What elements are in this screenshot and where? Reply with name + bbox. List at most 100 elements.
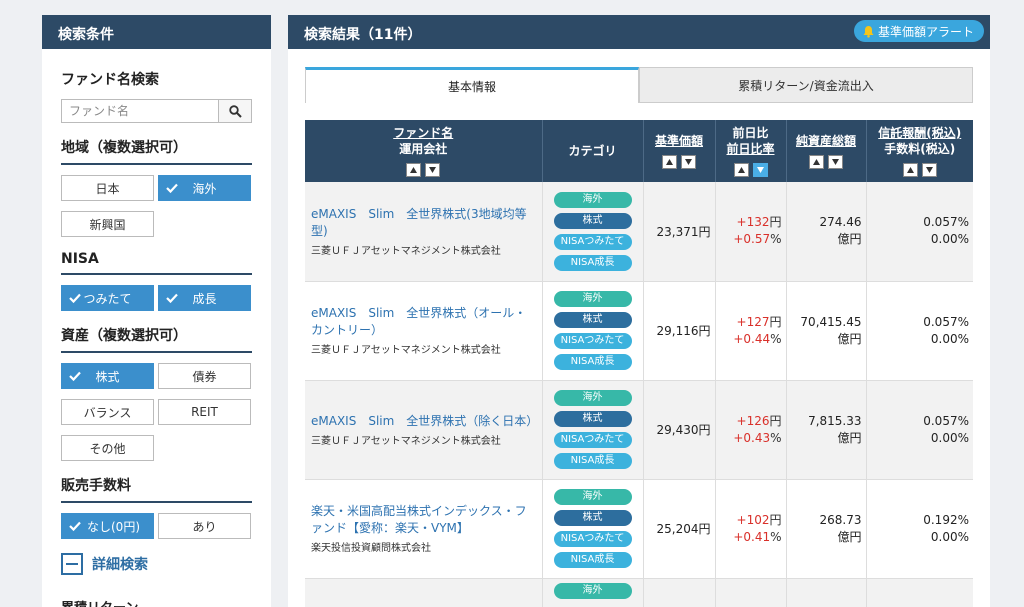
empty-cell xyxy=(715,578,787,607)
nisa-growth-button[interactable]: 成長 xyxy=(158,285,251,311)
sort-desc-button[interactable] xyxy=(681,155,696,169)
trust-fee-value: 0.057% xyxy=(923,413,969,428)
asset-other-button[interactable]: その他 xyxy=(61,435,154,461)
change-rate-value: +0.44 xyxy=(733,331,771,346)
sort-desc-button-active[interactable] xyxy=(752,163,768,177)
sort-assets-link[interactable]: 純資産総額 xyxy=(787,133,866,149)
assets-unit: 億円 xyxy=(837,232,862,247)
region-overseas-button[interactable]: 海外 xyxy=(158,175,251,201)
fund-name-link[interactable]: eMAXIS Slim 全世界株式（オール・カントリー） xyxy=(311,305,536,339)
sort-asc-button[interactable] xyxy=(809,155,824,169)
badge-stock: 株式 xyxy=(553,510,632,526)
triangle-down-icon xyxy=(925,167,933,173)
sort-fund-name-link[interactable]: ファンド名 xyxy=(305,125,542,141)
sort-asc-button[interactable] xyxy=(406,163,422,177)
commission-value: 0.00% xyxy=(930,232,969,247)
asset-bond-label: 債券 xyxy=(192,369,217,384)
fund-cell xyxy=(305,578,543,607)
empty-cell xyxy=(643,578,716,607)
asset-other-label: その他 xyxy=(89,441,126,456)
sort-desc-button[interactable] xyxy=(828,155,843,169)
assets-cell: 70,415.45 億円 xyxy=(786,281,867,381)
sales-fee-options: なし(0円) あり xyxy=(61,513,252,539)
sort-fee-link[interactable]: 信託報酬(税込) xyxy=(867,125,974,141)
asset-bond-button[interactable]: 債券 xyxy=(158,363,251,389)
badge-nisa-tsumitate: NISAつみたて xyxy=(553,531,632,547)
fee-yes-button[interactable]: あり xyxy=(158,513,251,539)
asset-reit-label: REIT xyxy=(191,405,218,419)
fee-none-label: なし(0円) xyxy=(87,519,140,534)
company-name: 三菱ＵＦＪアセットマネジメント株式会社 xyxy=(311,345,501,356)
sort-desc-button[interactable] xyxy=(425,163,441,177)
detail-search-label: 詳細検索 xyxy=(92,557,148,573)
company-name: 三菱ＵＦＪアセットマネジメント株式会社 xyxy=(311,245,501,257)
change-cell: +102円 +0.41% xyxy=(715,479,787,579)
change-cell: +132円 +0.57% xyxy=(715,182,787,282)
region-emerging-button[interactable]: 新興国 xyxy=(61,211,154,237)
sort-asc-button[interactable] xyxy=(662,155,677,169)
badge-overseas: 海外 xyxy=(553,291,632,307)
search-results-panel: 検索結果（11件） 基準価額アラート 基本情報 累積リターン/資金流出入 ファン… xyxy=(288,15,990,607)
commission-value: 0.00% xyxy=(930,430,969,445)
fund-name-input[interactable] xyxy=(61,99,219,123)
nav-value: 29,430円 xyxy=(643,380,716,480)
region-japan-button[interactable]: 日本 xyxy=(61,175,154,201)
badge-nisa-growth: NISA成長 xyxy=(553,453,632,469)
search-button[interactable] xyxy=(219,99,252,123)
sort-nav-link[interactable]: 基準価額 xyxy=(644,133,715,149)
change-rate-value: +0.41 xyxy=(733,529,771,544)
nisa-tsumitate-label: つみたて xyxy=(83,291,132,306)
table-row: 海外 xyxy=(305,578,973,607)
asset-stock-button[interactable]: 株式 xyxy=(61,363,154,389)
tab-basic-info[interactable]: 基本情報 xyxy=(305,67,639,103)
search-conditions-header: 検索条件 xyxy=(42,15,271,49)
fund-search-row xyxy=(61,99,252,123)
region-title: 地域（複数選択可） xyxy=(61,137,252,165)
region-emerging-label: 新興国 xyxy=(89,217,126,232)
change-value: +126 xyxy=(736,413,770,428)
badge-overseas: 海外 xyxy=(553,582,632,599)
category-cell: 海外 株式 NISAつみたて NISA成長 xyxy=(542,380,644,480)
fee-yes-label: あり xyxy=(192,519,217,534)
col-fee: 信託報酬(税込) 手数料(税込) xyxy=(866,120,973,182)
category-cell: 海外 株式 NISAつみたて NISA成長 xyxy=(542,281,644,381)
nav-value: 23,371円 xyxy=(643,182,716,282)
badge-overseas: 海外 xyxy=(553,390,632,406)
fund-name-link[interactable]: 楽天・米国高配当株式インデックス・ファンド【愛称：楽天・VYM】 xyxy=(311,503,536,537)
nisa-title: NISA xyxy=(61,251,252,275)
table-row: eMAXIS Slim 全世界株式（除く日本） 三菱ＵＦＪアセットマネジメント株… xyxy=(305,380,973,480)
category-cell: 海外 株式 NISAつみたて NISA成長 xyxy=(542,479,644,579)
badge-overseas: 海外 xyxy=(553,191,632,208)
nisa-growth-label: 成長 xyxy=(192,291,217,306)
table-row: 楽天・米国高配当株式インデックス・ファンド【愛称：楽天・VYM】 楽天投信投資顧… xyxy=(305,479,973,579)
table-row: eMAXIS Slim 全世界株式(3地域均等型) 三菱ＵＦＪアセットマネジメン… xyxy=(305,182,973,282)
nisa-tsumitate-button[interactable]: つみたて xyxy=(61,285,154,311)
sort-asc-button[interactable] xyxy=(733,163,749,177)
sort-asc-button[interactable] xyxy=(902,163,918,177)
company-name: 三菱ＵＦＪアセットマネジメント株式会社 xyxy=(311,435,501,447)
assets-unit: 億円 xyxy=(837,529,862,544)
sort-desc-button[interactable] xyxy=(921,163,937,177)
rate-unit: % xyxy=(770,232,782,247)
search-conditions-panel: 検索条件 ファンド名検索 地域（複数選択可） 日本 海外 新興国 NISA つみ… xyxy=(42,15,271,607)
minus-icon xyxy=(61,553,83,575)
check-icon xyxy=(166,293,178,304)
col-category: カテゴリ xyxy=(542,120,644,182)
tab-cumulative-return[interactable]: 累積リターン/資金流出入 xyxy=(639,67,973,103)
fee-none-button[interactable]: なし(0円) xyxy=(61,513,154,539)
check-icon xyxy=(69,521,81,532)
price-alert-button[interactable]: 基準価額アラート xyxy=(853,20,984,42)
fund-name-link[interactable]: eMAXIS Slim 全世界株式(3地域均等型) xyxy=(311,206,536,240)
asset-reit-button[interactable]: REIT xyxy=(158,399,251,425)
badge-stock: 株式 xyxy=(553,212,632,229)
fund-name-link[interactable]: eMAXIS Slim 全世界株式（除く日本） xyxy=(311,413,538,430)
sort-change-rate-link[interactable]: 前日比率 xyxy=(716,141,786,157)
trust-fee-value: 0.192% xyxy=(923,512,969,527)
check-icon xyxy=(69,371,81,382)
asset-balance-button[interactable]: バランス xyxy=(61,399,154,425)
rate-unit: % xyxy=(770,331,782,346)
detail-search-toggle[interactable]: 詳細検索 xyxy=(61,553,252,575)
change-rate-value: +0.57 xyxy=(733,232,771,247)
table-row: eMAXIS Slim 全世界株式（オール・カントリー） 三菱ＵＦＪアセットマネ… xyxy=(305,281,973,381)
assets-value: 274.46 xyxy=(819,215,862,230)
